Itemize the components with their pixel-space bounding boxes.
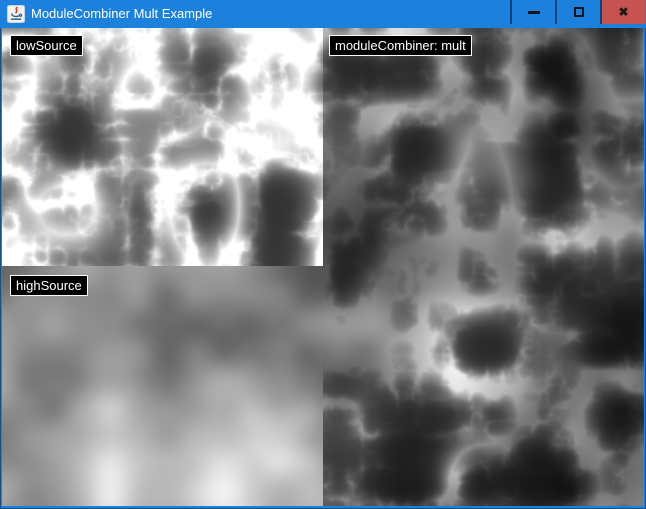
high-source-label: highSource bbox=[10, 275, 88, 296]
module-combiner-label: moduleCombiner: mult bbox=[329, 35, 472, 56]
app-window: ModuleCombiner Mult Example ✖ lowSource … bbox=[0, 0, 646, 509]
maximize-button[interactable] bbox=[555, 0, 600, 24]
close-button[interactable]: ✖ bbox=[600, 0, 645, 24]
close-icon: ✖ bbox=[618, 6, 628, 18]
high-source-noise-image bbox=[2, 266, 323, 506]
titlebar[interactable]: ModuleCombiner Mult Example ✖ bbox=[0, 0, 646, 28]
window-controls: ✖ bbox=[510, 0, 645, 24]
window-title: ModuleCombiner Mult Example bbox=[31, 0, 212, 28]
minimize-button[interactable] bbox=[510, 0, 555, 24]
minimize-icon bbox=[528, 11, 540, 14]
low-source-noise-image bbox=[2, 28, 323, 266]
low-source-label: lowSource bbox=[10, 35, 83, 56]
java-app-icon bbox=[7, 5, 25, 23]
module-combiner-noise-image bbox=[323, 28, 644, 506]
maximize-icon bbox=[574, 7, 584, 17]
